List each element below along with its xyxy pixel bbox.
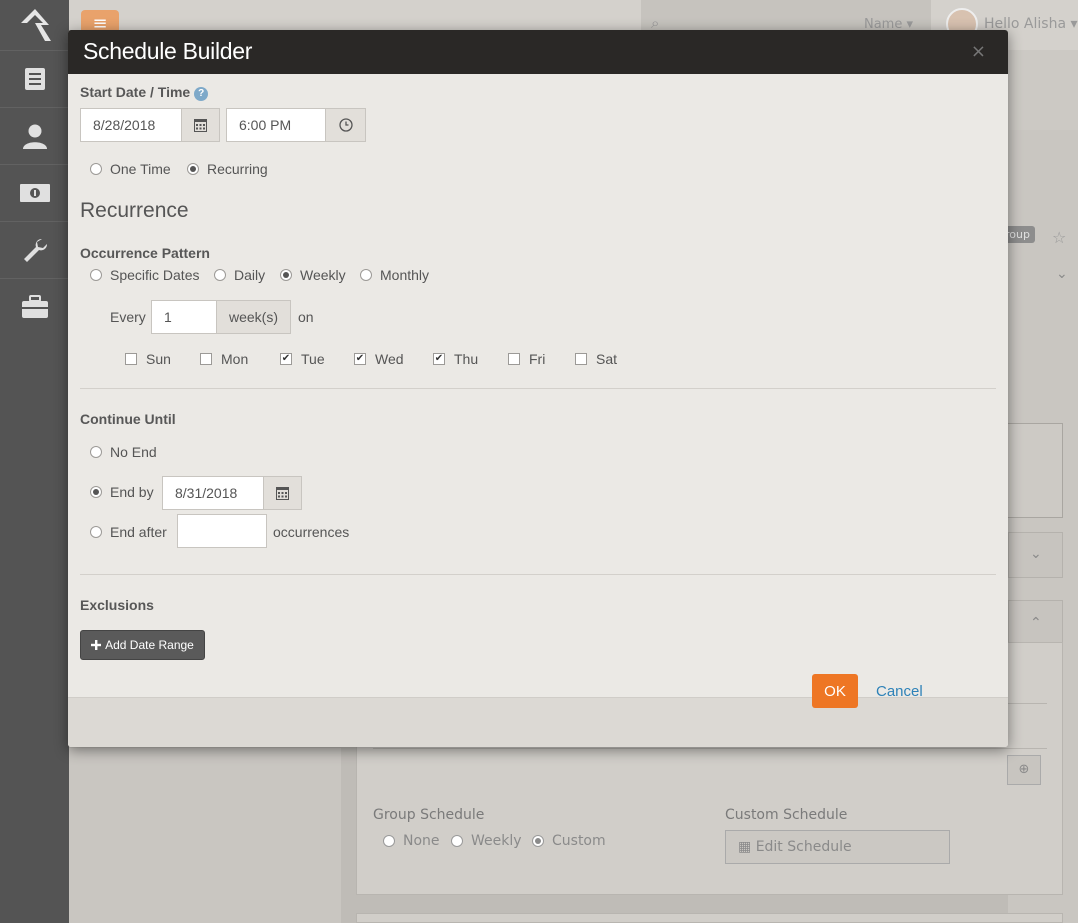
calendar-icon: ▦ <box>738 839 752 855</box>
add-date-range-button[interactable]: Add Date Range <box>80 630 205 660</box>
briefcase-icon <box>21 295 48 318</box>
checkbox-box <box>200 353 212 365</box>
rock-logo-icon[interactable] <box>0 0 69 50</box>
calendar-icon[interactable] <box>263 476 302 510</box>
background-card-bottom <box>356 913 1063 923</box>
close-icon[interactable]: × <box>971 41 986 62</box>
end-by-date-input[interactable]: 8/31/2018 <box>162 476 264 510</box>
modal-title: Schedule Builder <box>83 38 253 64</box>
custom-schedule-label: Custom Schedule <box>725 807 848 823</box>
group-schedule-label: Group Schedule <box>373 807 485 823</box>
background-textarea[interactable] <box>1005 423 1063 518</box>
radio-circle <box>383 835 395 847</box>
clock-icon[interactable] <box>325 108 366 142</box>
start-date-input[interactable]: 8/28/2018 <box>80 108 182 142</box>
day-checkbox-fri[interactable]: Fri <box>508 351 545 367</box>
no-end-radio[interactable]: No End <box>90 444 157 460</box>
schedule-option-none[interactable]: None <box>383 833 440 849</box>
occurrence-pattern-label: Occurrence Pattern <box>80 245 210 261</box>
sidebar-item-people[interactable] <box>0 107 69 164</box>
day-checkbox-sun[interactable]: Sun <box>125 351 171 367</box>
end-after-radio[interactable]: End after <box>90 524 167 540</box>
weeks-addon: week(s) <box>216 300 291 334</box>
modal-footer <box>68 697 1008 747</box>
day-checkbox-thu[interactable]: ✔ Thu <box>433 351 478 367</box>
background-left-panel <box>69 748 341 923</box>
edit-schedule-button[interactable]: ▦ Edit Schedule <box>725 830 950 864</box>
schedule-builder-modal: Schedule Builder × Start Date / Time? 8/… <box>68 30 1008 747</box>
one-time-radio[interactable]: One Time <box>90 161 171 177</box>
chevron-up-icon[interactable]: ⌃ <box>1030 615 1042 631</box>
book-icon <box>24 68 45 90</box>
radio-circle <box>280 269 292 281</box>
radio-circle <box>90 163 102 175</box>
app-sidebar <box>0 0 69 923</box>
modal-header: Schedule Builder × <box>68 30 1008 74</box>
recurrence-heading: Recurrence <box>80 199 189 222</box>
divider <box>80 388 996 389</box>
radio-circle <box>90 269 102 281</box>
person-icon <box>22 124 47 149</box>
wrench-icon <box>23 238 47 262</box>
sidebar-item-pages[interactable] <box>0 50 69 107</box>
pattern-weekly-radio[interactable]: Weekly <box>280 267 346 283</box>
continue-until-label: Continue Until <box>80 411 176 427</box>
day-checkbox-tue[interactable]: ✔ Tue <box>280 351 325 367</box>
chevron-down-icon[interactable]: ⌄ <box>1030 546 1042 562</box>
radio-circle <box>214 269 226 281</box>
plus-icon <box>91 640 102 650</box>
radio-circle <box>187 163 199 175</box>
divider <box>80 574 996 575</box>
day-checkbox-wed[interactable]: ✔ Wed <box>354 351 404 367</box>
checkbox-box: ✔ <box>280 353 292 365</box>
radio-circle <box>360 269 372 281</box>
pattern-daily-radio[interactable]: Daily <box>214 267 265 283</box>
star-icon[interactable]: ☆ <box>1052 228 1066 247</box>
radio-circle <box>90 446 102 458</box>
end-after-input[interactable] <box>177 514 267 548</box>
exclusions-label: Exclusions <box>80 597 154 613</box>
help-icon[interactable]: ? <box>194 87 209 101</box>
end-by-radio[interactable]: End by <box>90 484 154 500</box>
pattern-monthly-radio[interactable]: Monthly <box>360 267 429 283</box>
every-weeks-input[interactable]: 1 <box>151 300 217 334</box>
modal-body: Start Date / Time? 8/28/2018 6:00 PM One… <box>68 74 1008 697</box>
checkbox-box: ✔ <box>433 353 445 365</box>
calendar-icon[interactable] <box>181 108 220 142</box>
sidebar-item-admin[interactable] <box>0 278 69 335</box>
sidebar-item-finance[interactable] <box>0 164 69 221</box>
radio-circle <box>90 526 102 538</box>
sidebar-item-tools[interactable] <box>0 221 69 278</box>
start-date-time-label: Start Date / Time? <box>80 84 209 101</box>
divider <box>373 748 1047 749</box>
day-checkbox-mon[interactable]: Mon <box>200 351 248 367</box>
schedule-option-weekly[interactable]: Weekly <box>451 833 522 849</box>
start-time-input[interactable]: 6:00 PM <box>226 108 326 142</box>
radio-circle <box>90 486 102 498</box>
radio-circle <box>532 835 544 847</box>
on-label: on <box>298 309 314 325</box>
money-icon <box>19 184 50 202</box>
schedule-option-custom[interactable]: Custom <box>532 833 606 849</box>
radio-circle <box>451 835 463 847</box>
add-button[interactable]: ⊕ <box>1007 755 1041 785</box>
ok-button[interactable]: OK <box>812 674 858 708</box>
occurrences-label: occurrences <box>273 524 350 540</box>
checkbox-box <box>508 353 520 365</box>
chevron-down-icon[interactable]: ⌄ <box>1056 266 1068 282</box>
pattern-specific-dates-radio[interactable]: Specific Dates <box>90 267 199 283</box>
recurring-radio[interactable]: Recurring <box>187 161 268 177</box>
every-label: Every <box>110 309 146 325</box>
day-checkbox-sat[interactable]: Sat <box>575 351 617 367</box>
checkbox-box <box>125 353 137 365</box>
cancel-button[interactable]: Cancel <box>876 683 923 700</box>
checkbox-box <box>575 353 587 365</box>
checkbox-box: ✔ <box>354 353 366 365</box>
